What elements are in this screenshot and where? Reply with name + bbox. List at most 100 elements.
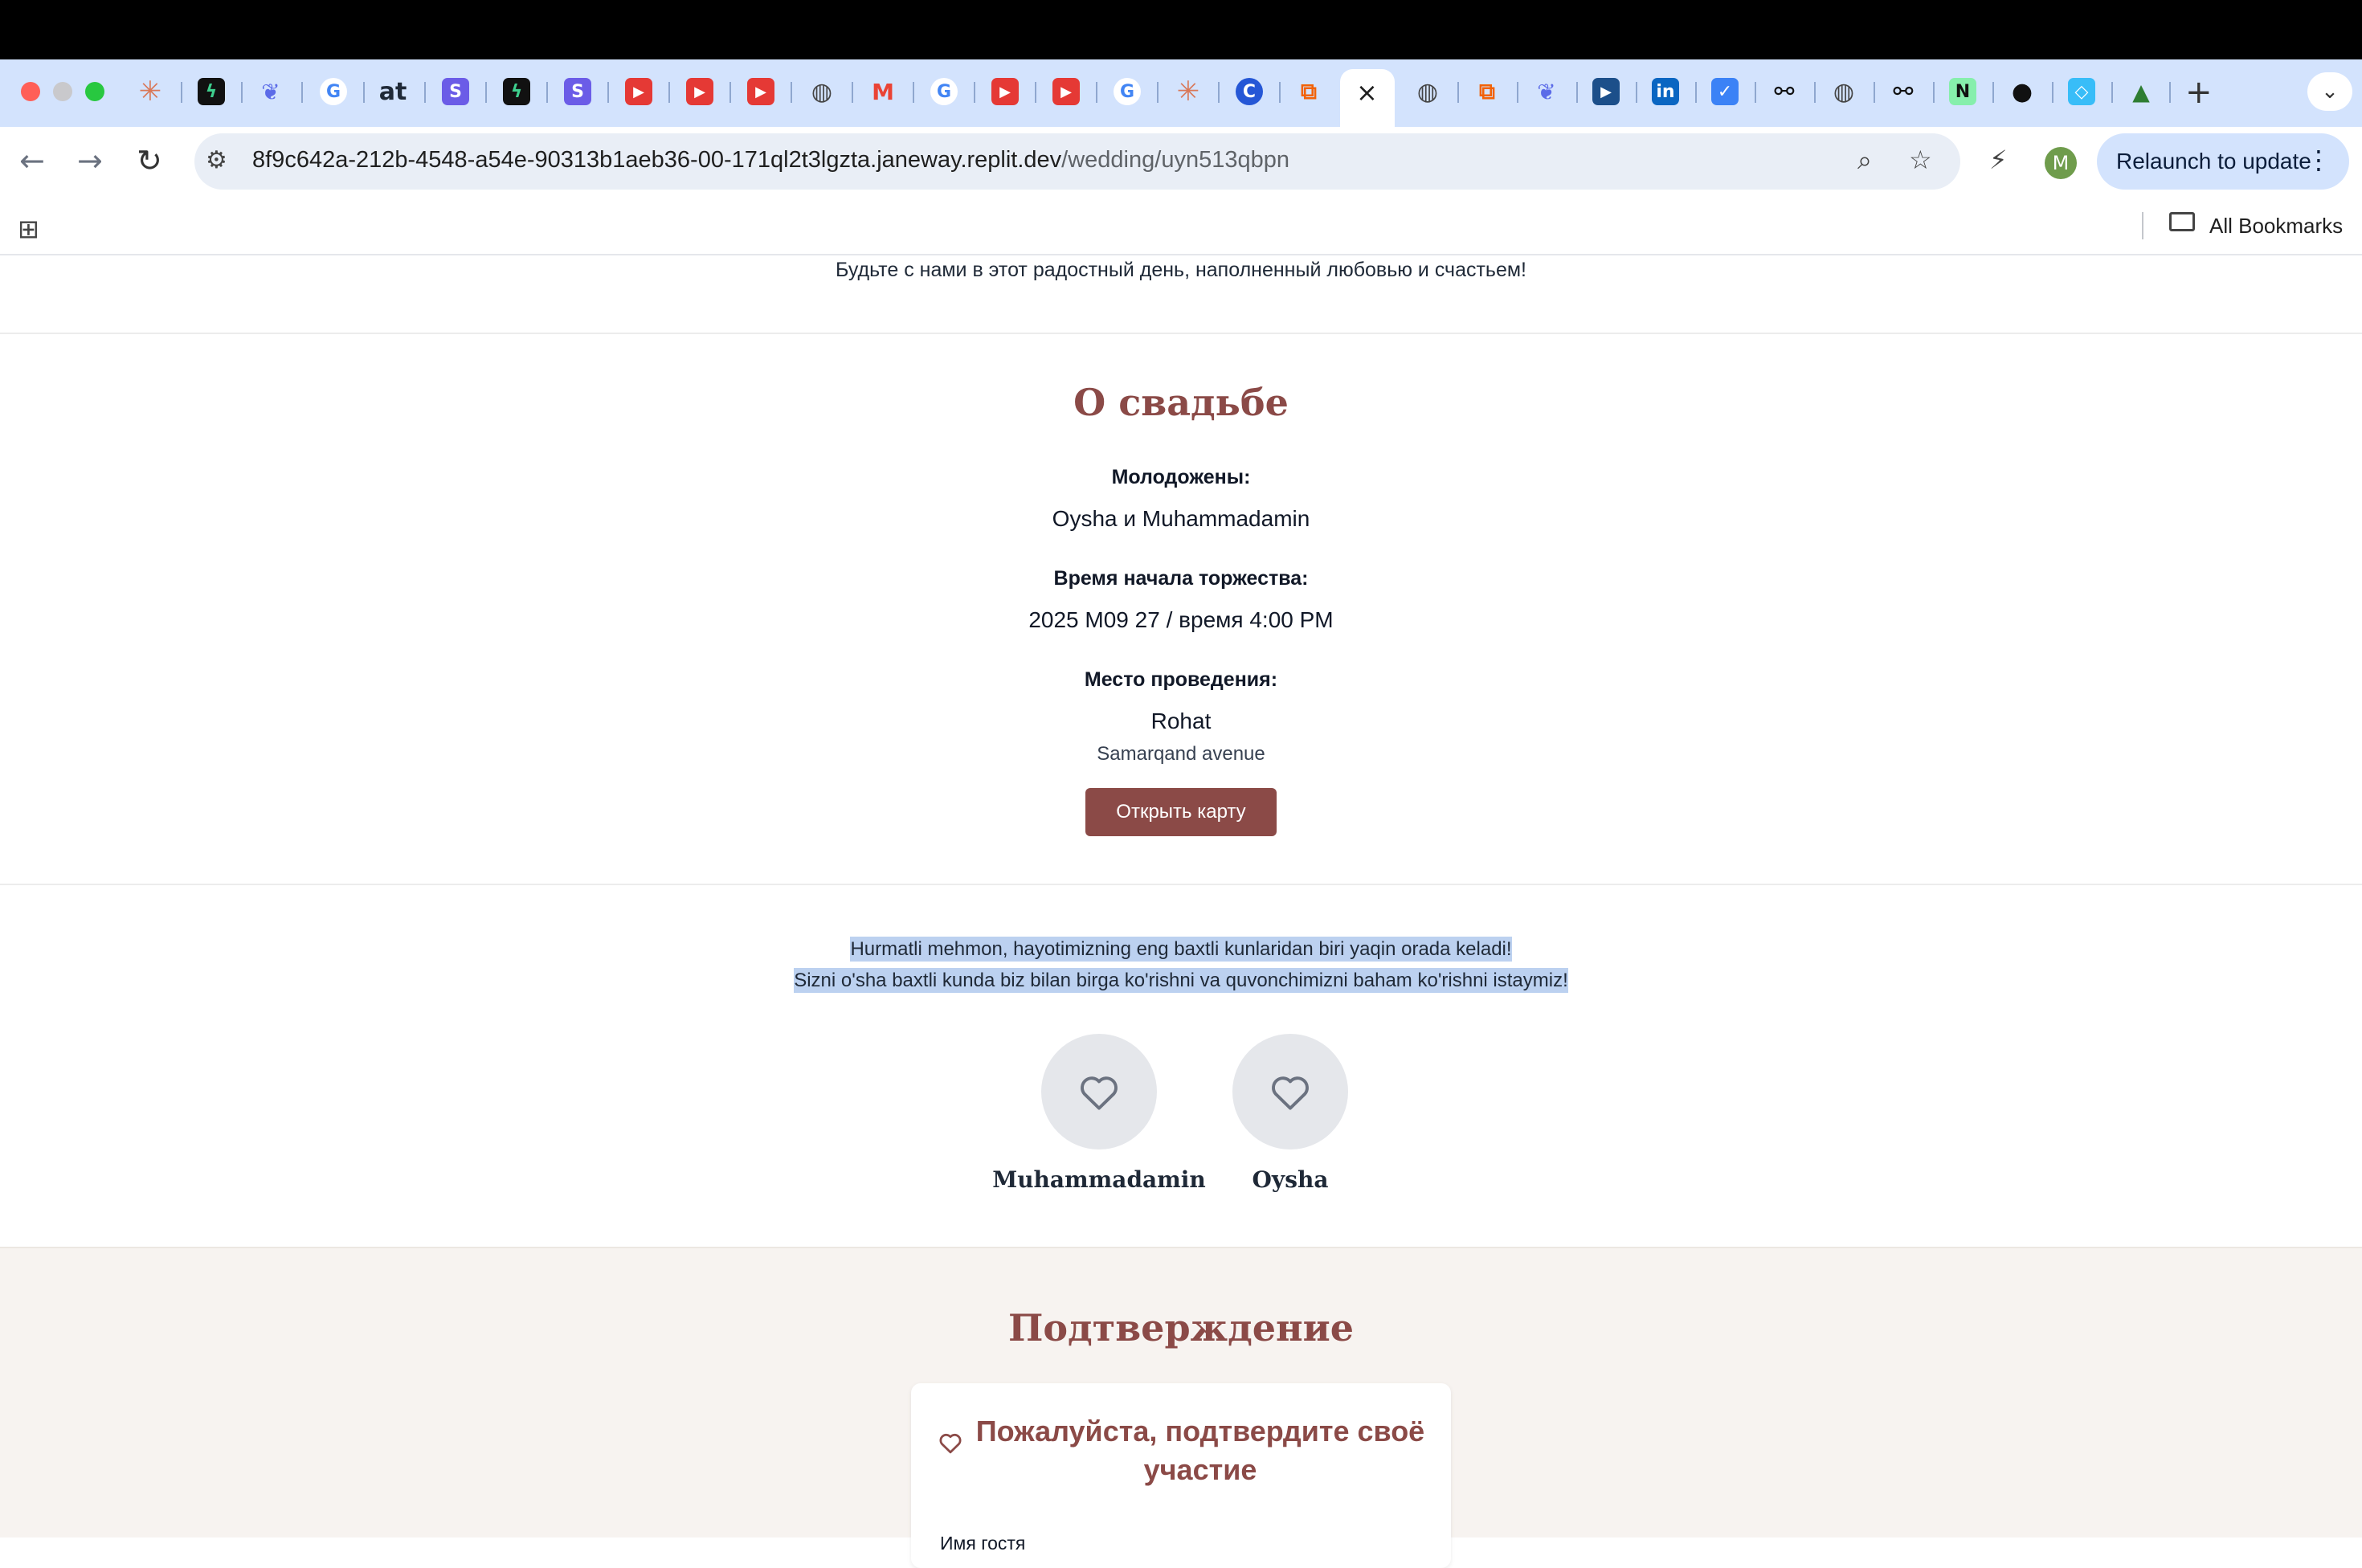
tab-search-button[interactable]: ⌄ bbox=[2307, 72, 2352, 111]
close-window-button[interactable] bbox=[21, 82, 40, 101]
tab-link-icon[interactable]: ⚯ bbox=[1890, 78, 1917, 106]
tab-youtube-icon[interactable]: ▶ bbox=[625, 78, 652, 105]
heart-icon bbox=[1272, 1076, 1309, 1110]
macos-menu-area bbox=[0, 0, 2362, 59]
time-value: 2025 M09 27 / время 4:00 PM bbox=[1028, 607, 1334, 632]
tab-at-icon[interactable]: at bbox=[379, 78, 407, 106]
more-menu-icon[interactable]: ⋮ bbox=[2306, 145, 2331, 175]
tab-google-icon[interactable]: G bbox=[320, 78, 347, 105]
about-title: О свадьбе bbox=[1073, 381, 1289, 424]
tab-globe-icon[interactable]: ◍ bbox=[1830, 78, 1857, 106]
tab-link-icon[interactable]: ⚯ bbox=[1771, 78, 1798, 106]
folder-icon[interactable] bbox=[2169, 212, 2195, 231]
apps-grid-icon[interactable]: ⊞ bbox=[18, 214, 39, 244]
tab-supabase-icon[interactable]: ϟ bbox=[198, 78, 225, 105]
reload-icon[interactable]: ↻ bbox=[137, 143, 162, 178]
venue-name: Rohat bbox=[1150, 708, 1212, 733]
tab-separator bbox=[791, 82, 792, 103]
tab-separator bbox=[2111, 82, 2113, 103]
tab-separator bbox=[668, 82, 670, 103]
tab-bird-icon[interactable]: ❦ bbox=[257, 78, 284, 105]
rsvp-card-title: Пожалуйста, подтвердите своё участие bbox=[975, 1415, 1425, 1486]
minimize-window-button[interactable] bbox=[53, 82, 72, 101]
tab-github-icon[interactable]: ● bbox=[2009, 78, 2036, 106]
site-settings-icon[interactable]: ⚙ bbox=[206, 146, 227, 174]
tab-youtube-icon[interactable]: ▶ bbox=[747, 78, 774, 105]
tab-separator bbox=[1096, 82, 1097, 103]
tab-separator bbox=[1279, 82, 1281, 103]
invitation-line-1: Hurmatli mehmon, hayotimizning eng baxtl… bbox=[850, 937, 1512, 962]
heart-icon bbox=[939, 1433, 962, 1454]
bookmark-star-icon[interactable]: ☆ bbox=[1909, 145, 1932, 175]
tab-separator bbox=[1157, 82, 1159, 103]
tab-youtube-icon[interactable]: ▶ bbox=[686, 78, 713, 105]
tab-separator bbox=[913, 82, 914, 103]
tab-diamond-icon[interactable]: ◇ bbox=[2068, 78, 2095, 105]
url-path: /wedding/uyn513qbpn bbox=[1061, 147, 1289, 173]
url-text[interactable]: 8f9c642a-212b-4548-a54e-90313b1aeb36-00-… bbox=[252, 147, 1289, 174]
time-label: Время начала торжества: bbox=[1053, 567, 1309, 590]
tab-replit-icon[interactable]: ⧉ bbox=[1473, 78, 1501, 105]
tab-claude-icon[interactable]: ✳ bbox=[1175, 76, 1202, 108]
venue-label: Место проведения: bbox=[1084, 668, 1278, 691]
tab-linkedin-icon[interactable]: in bbox=[1652, 78, 1679, 105]
tab-separator bbox=[1457, 82, 1459, 103]
tab-separator bbox=[1992, 82, 1994, 103]
groom-photo-placeholder bbox=[1041, 1034, 1157, 1149]
tab-youtube-icon[interactable]: ▶ bbox=[1052, 78, 1080, 105]
tab-claude-icon[interactable]: ✳ bbox=[137, 76, 164, 108]
close-tab-icon[interactable]: × bbox=[1356, 77, 1378, 108]
venue-address: Samarqand avenue bbox=[1097, 743, 1265, 765]
tab-separator bbox=[301, 82, 303, 103]
url-host: 8f9c642a-212b-4548-a54e-90313b1aeb36-00-… bbox=[252, 147, 1062, 173]
tab-youtube-icon[interactable]: ▶ bbox=[991, 78, 1019, 105]
invitation-text: Hurmatli mehmon, hayotimizning eng baxtl… bbox=[0, 933, 2362, 996]
bride-name: Oysha bbox=[1252, 1166, 1329, 1193]
tab-separator bbox=[181, 82, 182, 103]
profile-avatar[interactable]: M bbox=[2045, 147, 2077, 179]
heart-icon bbox=[1081, 1076, 1118, 1110]
tab-separator bbox=[2052, 82, 2053, 103]
tab-separator bbox=[424, 82, 426, 103]
tab-supabase-icon[interactable]: ϟ bbox=[503, 78, 530, 105]
tab-separator bbox=[1695, 82, 1697, 103]
forward-icon[interactable]: → bbox=[77, 143, 103, 178]
tab-separator bbox=[1636, 82, 1637, 103]
tab-gmail-icon[interactable]: M bbox=[869, 78, 897, 105]
invitation-line-2: Sizni o'sha baxtli kunda biz bilan birga… bbox=[794, 968, 1568, 993]
open-map-button[interactable]: Открыть карту bbox=[1085, 788, 1277, 836]
zoom-window-button[interactable] bbox=[85, 82, 104, 101]
divider bbox=[0, 333, 2362, 334]
relaunch-button[interactable]: Relaunch to update ⋮ bbox=[2097, 133, 2349, 190]
performance-icon[interactable]: ⚡ bbox=[1989, 145, 2007, 175]
tab-separator bbox=[1035, 82, 1036, 103]
rsvp-title: Подтверждение bbox=[1007, 1306, 1355, 1350]
wedding-page: Будьте с нами в этот радостный день, нап… bbox=[0, 255, 2362, 1568]
tab-separator bbox=[1933, 82, 1935, 103]
tab-book-icon[interactable]: ▲ bbox=[2127, 78, 2155, 105]
back-icon[interactable]: ← bbox=[19, 143, 45, 178]
tab-separator bbox=[546, 82, 548, 103]
tab-stripe-icon[interactable]: S bbox=[564, 78, 591, 105]
zoom-icon[interactable]: ⌕ bbox=[1857, 145, 1872, 176]
guest-name-label: Имя гостя bbox=[940, 1533, 1026, 1554]
tab-separator bbox=[1755, 82, 1756, 103]
tab-google-icon[interactable]: G bbox=[1114, 78, 1141, 105]
tab-c-icon[interactable]: C bbox=[1236, 78, 1263, 105]
tab-video-icon[interactable]: ▶ bbox=[1592, 78, 1620, 105]
tab-separator bbox=[1874, 82, 1875, 103]
tab-chat-icon[interactable]: ✓ bbox=[1711, 78, 1739, 105]
new-tab-button[interactable]: + bbox=[2185, 74, 2213, 111]
tab-separator bbox=[852, 82, 853, 103]
bookmarks-separator bbox=[2142, 212, 2143, 239]
tab-globe-icon[interactable]: ◍ bbox=[808, 78, 836, 106]
tab-n-icon[interactable]: N bbox=[1949, 78, 1976, 105]
tab-stripe-icon[interactable]: S bbox=[442, 78, 469, 105]
tab-replit-icon[interactable]: ⧉ bbox=[1295, 78, 1322, 105]
tab-separator bbox=[241, 82, 243, 103]
tab-google-icon[interactable]: G bbox=[930, 78, 958, 105]
tab-separator bbox=[485, 82, 487, 103]
all-bookmarks-link[interactable]: All Bookmarks bbox=[2209, 214, 2343, 239]
tab-bird-icon[interactable]: ❦ bbox=[1533, 78, 1560, 105]
tab-globe-icon[interactable]: ◍ bbox=[1414, 78, 1441, 106]
